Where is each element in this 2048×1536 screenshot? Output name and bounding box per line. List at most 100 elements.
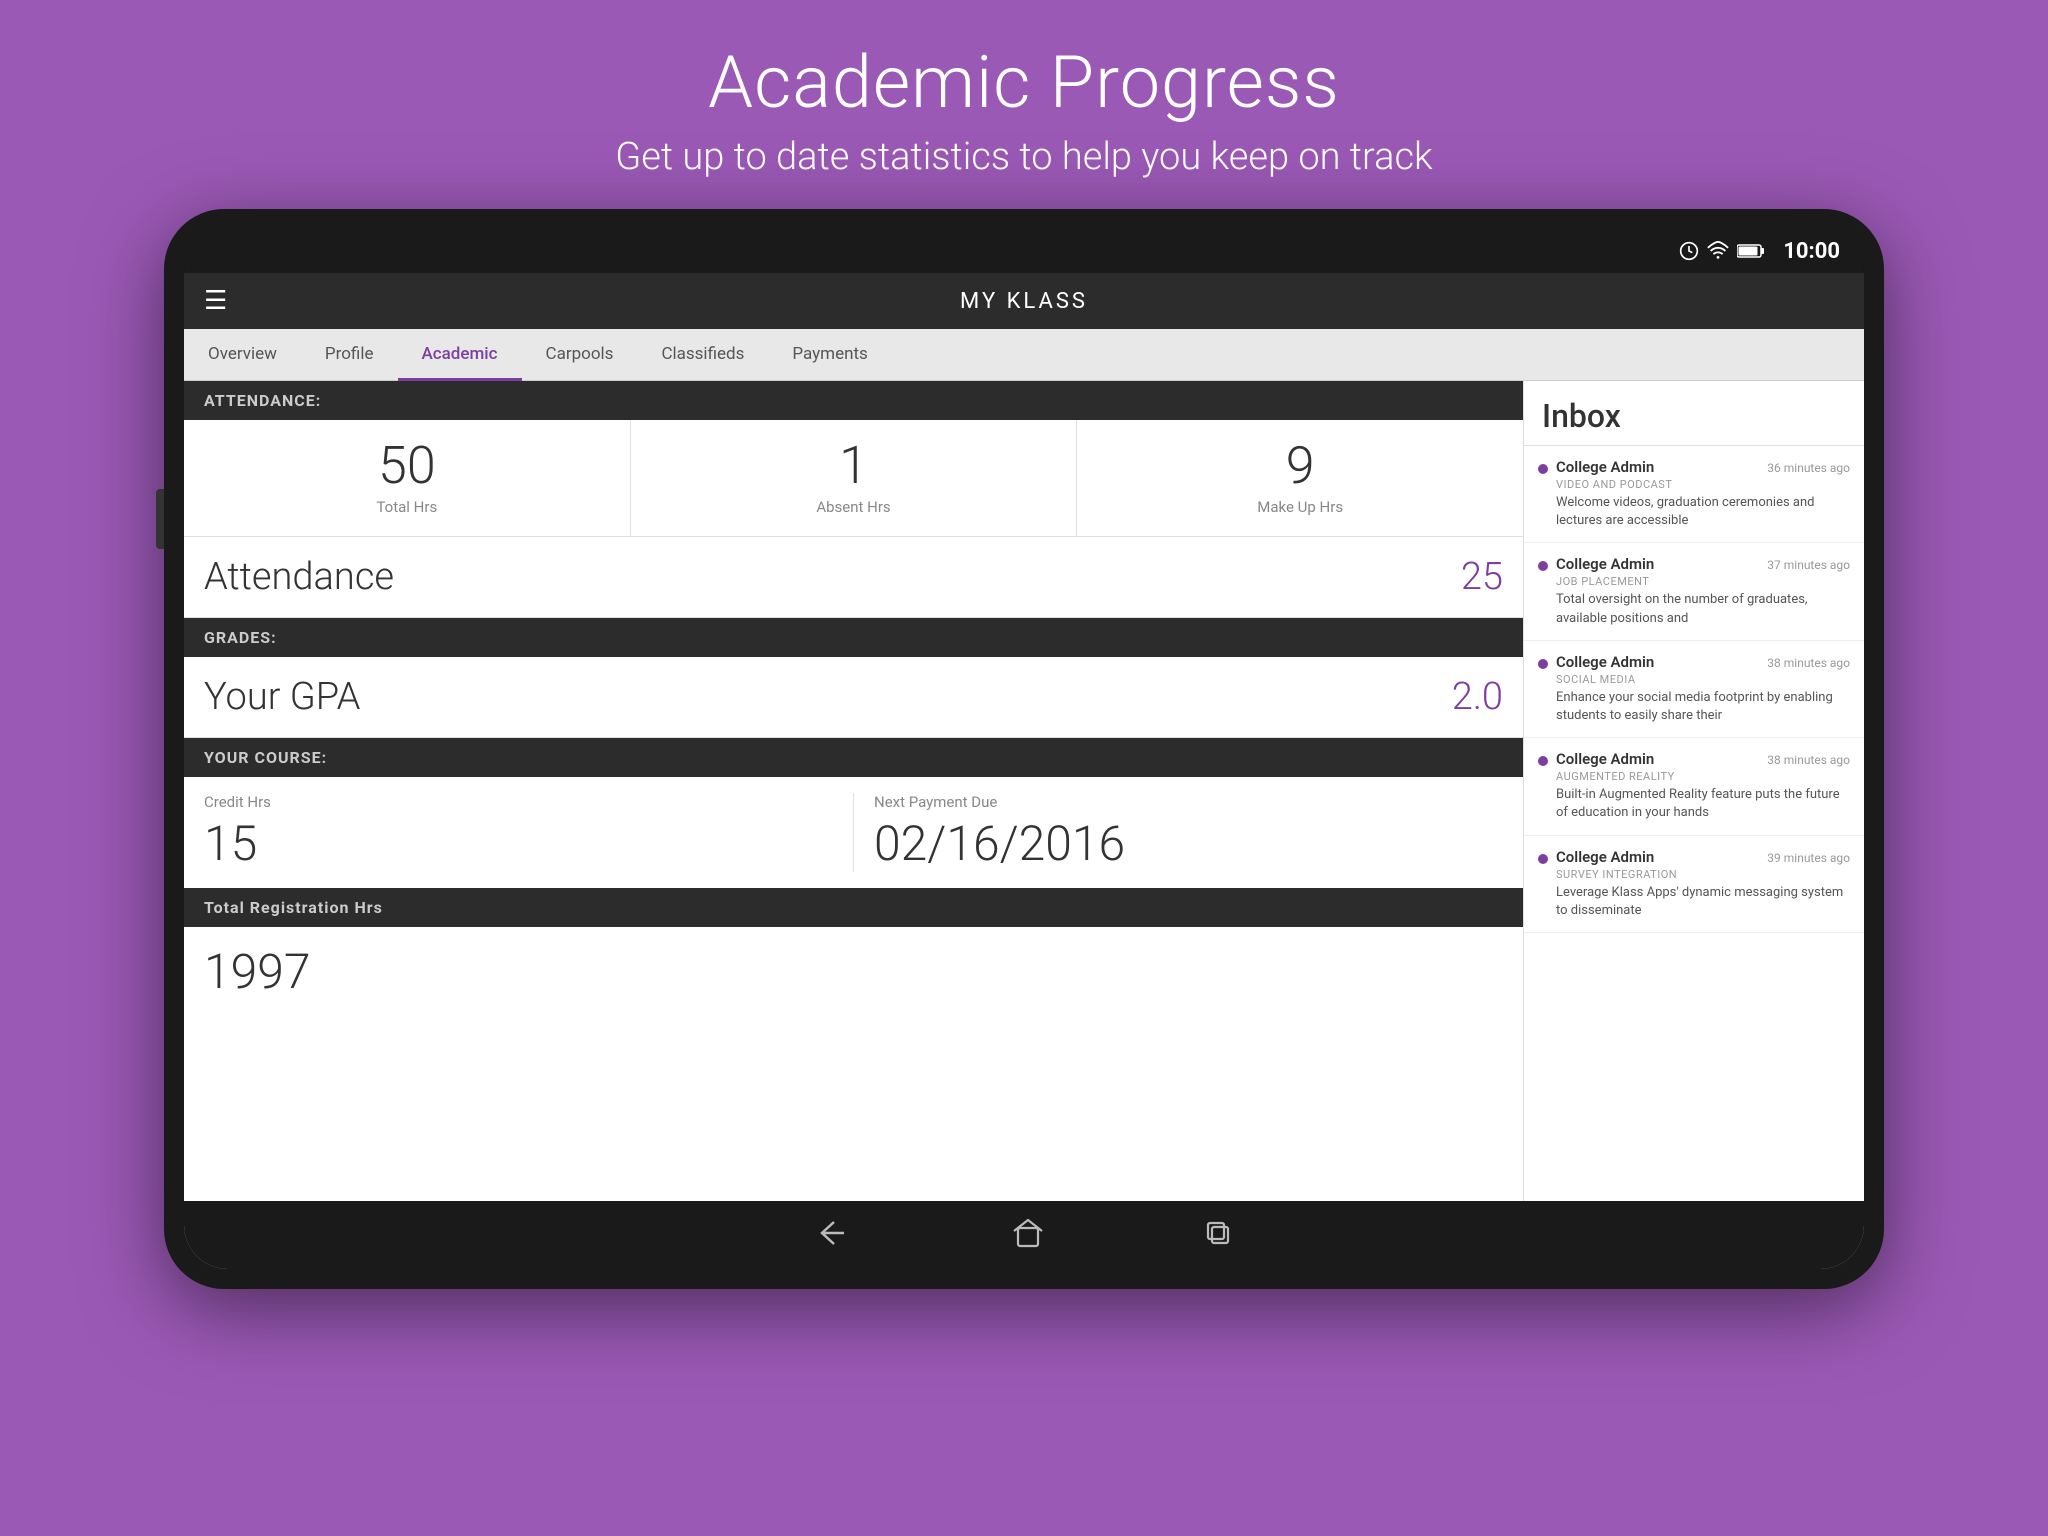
clock-icon (1679, 241, 1699, 261)
inbox-sender-row-3: College Admin 38 minutes ago (1556, 750, 1850, 768)
page-title: Academic Progress (615, 40, 1432, 125)
inbox-category-1: JOB PLACEMENT (1556, 575, 1850, 588)
side-button (156, 489, 164, 549)
inbox-sender-row-2: College Admin 38 minutes ago (1556, 653, 1850, 671)
inbox-sender-2: College Admin (1556, 653, 1654, 671)
inbox-category-3: AUGMENTED REALITY (1556, 770, 1850, 783)
inbox-content-4: College Admin 39 minutes ago SURVEY INTE… (1556, 848, 1850, 920)
top-bar: ☰ MY KLASS (184, 273, 1864, 329)
makeup-hrs-value: 9 (1286, 440, 1315, 492)
inbox-content-1: College Admin 37 minutes ago JOB PLACEME… (1556, 555, 1850, 627)
inbox-dot-3 (1538, 756, 1548, 766)
payment-due-value: 02/16/2016 (874, 815, 1503, 872)
tab-overview[interactable]: Overview (184, 330, 301, 381)
inbox-dot-4 (1538, 854, 1548, 864)
inbox-sender-row-0: College Admin 36 minutes ago (1556, 458, 1850, 476)
inbox-content-0: College Admin 36 minutes ago VIDEO AND P… (1556, 458, 1850, 530)
inbox-sender-3: College Admin (1556, 750, 1654, 768)
attendance-info-row: Attendance 25 (184, 537, 1523, 618)
inbox-item-3[interactable]: College Admin 38 minutes ago AUGMENTED R… (1524, 738, 1864, 835)
inbox-preview-4: Leverage Klass Apps' dynamic messaging s… (1556, 884, 1850, 920)
attendance-header: ATTENDANCE: (184, 381, 1523, 420)
inbox-item-4[interactable]: College Admin 39 minutes ago SURVEY INTE… (1524, 836, 1864, 933)
total-hrs-value: 50 (378, 440, 436, 492)
app-name: MY KLASS (960, 289, 1088, 314)
wifi-icon (1707, 241, 1729, 261)
credit-hrs-value: 15 (204, 815, 833, 872)
tab-classifieds[interactable]: Classifieds (637, 330, 768, 381)
attendance-score: 25 (1461, 555, 1503, 599)
makeup-hrs-label: Make Up Hrs (1257, 498, 1343, 516)
tablet-screen: 10:00 ☰ MY KLASS Overview Profile (184, 229, 1864, 1269)
inbox-title: Inbox (1524, 381, 1864, 446)
recent-apps-button[interactable] (1204, 1219, 1232, 1251)
tab-payments[interactable]: Payments (768, 330, 891, 381)
grades-header: GRADES: (184, 618, 1523, 657)
partial-value: 1997 (204, 943, 311, 1000)
inbox-dot-1 (1538, 561, 1548, 571)
inbox-time-1: 37 minutes ago (1767, 558, 1850, 572)
absent-hrs-label: Absent Hrs (816, 498, 890, 516)
content-area: ATTENDANCE: 50 Total Hrs 1 Absent Hrs (184, 381, 1864, 1201)
inbox-content-3: College Admin 38 minutes ago AUGMENTED R… (1556, 750, 1850, 822)
back-button[interactable] (816, 1218, 852, 1252)
inbox-item-1[interactable]: College Admin 37 minutes ago JOB PLACEME… (1524, 543, 1864, 640)
inbox-time-2: 38 minutes ago (1767, 656, 1850, 670)
gpa-value: 2.0 (1452, 675, 1503, 719)
payment-due-label: Next Payment Due (874, 793, 1503, 811)
tab-carpools[interactable]: Carpools (522, 330, 638, 381)
page-subtitle: Get up to date statistics to help you ke… (615, 135, 1432, 179)
inbox-dot-0 (1538, 464, 1548, 474)
total-hrs-label: Total Hrs (376, 498, 437, 516)
inbox-dot-2 (1538, 659, 1548, 669)
inbox-preview-1: Total oversight on the number of graduat… (1556, 591, 1850, 627)
inbox-item-0[interactable]: College Admin 36 minutes ago VIDEO AND P… (1524, 446, 1864, 543)
payment-due-col: Next Payment Due 02/16/2016 (874, 793, 1503, 872)
bottom-nav (184, 1201, 1864, 1269)
course-info: Credit Hrs 15 Next Payment Due 02/16/201… (184, 777, 1523, 888)
status-icons: 10:00 (1679, 239, 1840, 264)
inbox-content-2: College Admin 38 minutes ago SOCIAL MEDI… (1556, 653, 1850, 725)
status-bar: 10:00 (184, 229, 1864, 273)
inbox-time-3: 38 minutes ago (1767, 753, 1850, 767)
tab-bar: Overview Profile Academic Carpools Class… (184, 329, 1864, 381)
tab-profile[interactable]: Profile (301, 330, 398, 381)
inbox-sender-row-1: College Admin 37 minutes ago (1556, 555, 1850, 573)
partial-section-header: Total Registration Hrs (184, 888, 1523, 927)
home-button[interactable] (1012, 1218, 1044, 1252)
credit-hrs-label: Credit Hrs (204, 793, 833, 811)
credit-hrs-col: Credit Hrs 15 (204, 793, 833, 872)
course-divider (853, 793, 854, 872)
inbox-panel: Inbox College Admin 36 minutes ago VIDEO… (1524, 381, 1864, 1201)
makeup-hrs-cell: 9 Make Up Hrs (1077, 420, 1523, 536)
inbox-time-0: 36 minutes ago (1767, 461, 1850, 475)
inbox-category-4: SURVEY INTEGRATION (1556, 868, 1850, 881)
inbox-preview-0: Welcome videos, graduation ceremonies an… (1556, 494, 1850, 530)
total-hrs-cell: 50 Total Hrs (184, 420, 631, 536)
page-header: Academic Progress Get up to date statist… (615, 0, 1432, 209)
tab-academic[interactable]: Academic (398, 330, 522, 381)
inbox-item-2[interactable]: College Admin 38 minutes ago SOCIAL MEDI… (1524, 641, 1864, 738)
inbox-sender-row-4: College Admin 39 minutes ago (1556, 848, 1850, 866)
inbox-time-4: 39 minutes ago (1767, 851, 1850, 865)
app-area: ☰ MY KLASS Overview Profile Academic (184, 273, 1864, 1269)
status-time: 10:00 (1783, 239, 1840, 264)
page-background: Academic Progress Get up to date statist… (0, 0, 2048, 1536)
left-panel: ATTENDANCE: 50 Total Hrs 1 Absent Hrs (184, 381, 1524, 1201)
course-header: YOUR COURSE: (184, 738, 1523, 777)
inbox-preview-2: Enhance your social media footprint by e… (1556, 689, 1850, 725)
absent-hrs-cell: 1 Absent Hrs (631, 420, 1078, 536)
partial-value-row: 1997 (184, 927, 1523, 1016)
inbox-sender-0: College Admin (1556, 458, 1654, 476)
hamburger-menu[interactable]: ☰ (204, 286, 227, 316)
inbox-category-0: VIDEO AND PODCAST (1556, 478, 1850, 491)
inbox-sender-4: College Admin (1556, 848, 1654, 866)
gpa-title: Your GPA (204, 675, 360, 719)
battery-icon (1737, 243, 1765, 259)
stats-row: 50 Total Hrs 1 Absent Hrs 9 Make Up Hrs (184, 420, 1523, 537)
inbox-preview-3: Built-in Augmented Reality feature puts … (1556, 786, 1850, 822)
tablet-device: 10:00 ☰ MY KLASS Overview Profile (164, 209, 1884, 1289)
inbox-category-2: SOCIAL MEDIA (1556, 673, 1850, 686)
inbox-sender-1: College Admin (1556, 555, 1654, 573)
attendance-title: Attendance (204, 555, 394, 599)
